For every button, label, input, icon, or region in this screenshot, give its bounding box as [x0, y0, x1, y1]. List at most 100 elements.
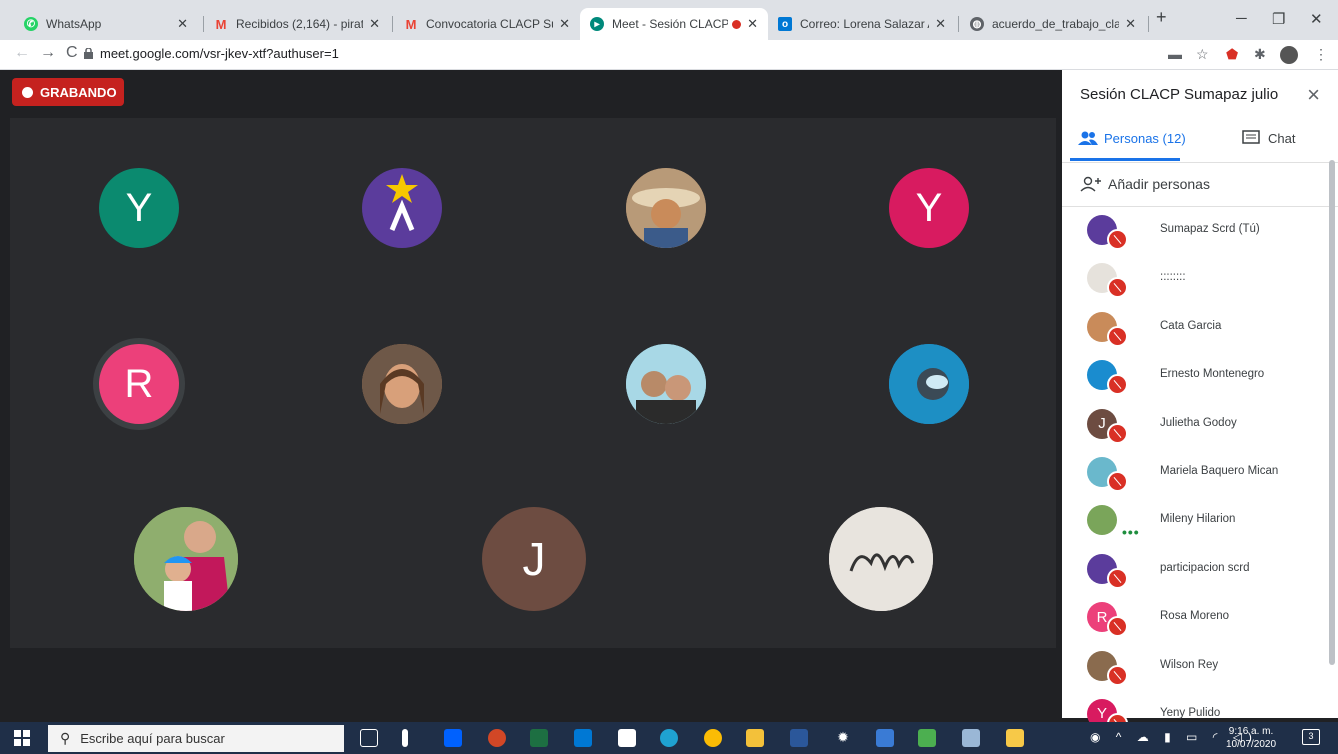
profile-avatar[interactable]: [1280, 46, 1298, 64]
search-placeholder: Escribe aquí para buscar: [80, 731, 225, 746]
settings-gear-icon[interactable]: ✹: [834, 729, 852, 747]
participant-row[interactable]: J Julietha Godoy: [1062, 400, 1330, 448]
tile-initial: J: [522, 533, 546, 585]
address-bar-row: ← → C meet.google.com/vsr-jkev-xtf?authu…: [0, 40, 1338, 70]
close-panel-icon[interactable]: ×: [1307, 82, 1320, 108]
close-window-button[interactable]: ✕: [1310, 10, 1323, 28]
sticky-notes-icon[interactable]: [1006, 729, 1024, 747]
participant-name: Yeny Pulido: [1160, 706, 1221, 719]
participant-tile[interactable]: Y: [889, 168, 969, 248]
tab-title: WhatsApp: [46, 17, 102, 31]
participant-row[interactable]: R Rosa Moreno: [1062, 593, 1330, 641]
clock-date: 10/07/2020: [1226, 739, 1277, 750]
minimize-button[interactable]: ─: [1236, 10, 1247, 27]
add-people-button[interactable]: Añadir personas: [1080, 176, 1210, 192]
taskbar-search[interactable]: ⚲ Escribe aquí para buscar: [48, 725, 344, 752]
notification-center-icon[interactable]: 3: [1302, 729, 1320, 745]
taskbar-clock[interactable]: 9:16 a. m. 10/07/2020: [1226, 725, 1276, 751]
task-view-icon[interactable]: [360, 729, 378, 747]
edge-icon[interactable]: [660, 729, 678, 747]
participant-tile[interactable]: R: [99, 344, 179, 424]
app-icon[interactable]: [402, 729, 408, 747]
outlook-icon: o: [778, 17, 792, 31]
new-tab-button[interactable]: +: [1156, 7, 1167, 28]
participant-name: Sumapaz Scrd (Tú): [1160, 223, 1260, 235]
dropbox-icon[interactable]: [444, 729, 462, 747]
tab-whatsapp[interactable]: ✆ WhatsApp ✕: [14, 8, 198, 40]
participant-tile[interactable]: [362, 168, 442, 248]
tab-gmail-convocatoria[interactable]: M Convocatoria CLACP Sumapaz ✕: [394, 8, 580, 40]
mic-off-icon: [1107, 422, 1128, 444]
panel-scrollbar[interactable]: [1329, 160, 1335, 665]
people-icon: [1078, 131, 1098, 145]
extensions-puzzle-icon[interactable]: ✱: [1254, 46, 1266, 63]
participant-row[interactable]: ::::::::: [1062, 254, 1330, 302]
close-tab-icon[interactable]: ✕: [369, 16, 380, 32]
tab-title: Convocatoria CLACP Sumapaz: [426, 17, 553, 31]
menu-icon[interactable]: ⋮: [1314, 46, 1328, 63]
chrome-icon[interactable]: [704, 729, 722, 747]
participant-name: Wilson Rey: [1160, 658, 1219, 671]
add-person-icon: [1080, 176, 1101, 192]
bookmark-star-icon[interactable]: ☆: [1196, 46, 1209, 63]
participant-row[interactable]: Sumapaz Scrd (Tú): [1062, 206, 1330, 254]
participant-name: ::::::::: [1160, 271, 1186, 284]
close-tab-icon[interactable]: ✕: [747, 16, 758, 32]
store-icon[interactable]: [618, 729, 636, 747]
participant-row[interactable]: participacion scrd: [1062, 545, 1330, 593]
participant-row[interactable]: Wilson Rey: [1062, 642, 1330, 690]
participant-name: Julietha Godoy: [1160, 416, 1237, 429]
close-tab-icon[interactable]: ✕: [559, 16, 570, 32]
participant-row[interactable]: Cata Garcia: [1062, 303, 1330, 351]
tile-initial: R: [124, 361, 154, 406]
search-icon: ⚲: [60, 730, 71, 746]
excel-icon[interactable]: [530, 729, 548, 747]
word-icon[interactable]: [790, 729, 808, 747]
reload-button[interactable]: C: [66, 44, 78, 62]
url-field[interactable]: meet.google.com/vsr-jkev-xtf?authuser=1: [100, 46, 339, 61]
close-tab-icon[interactable]: ✕: [935, 16, 946, 32]
tab-meet[interactable]: ▸ Meet - Sesión CLACP Su ✕: [580, 8, 768, 40]
close-tab-icon[interactable]: ✕: [1125, 16, 1136, 32]
tab-acuerdo[interactable]: ◍ acuerdo_de_trabajo_clacp_su ✕: [960, 8, 1146, 40]
tab-outlook[interactable]: o Correo: Lorena Salazar Aguir ✕: [768, 8, 956, 40]
mic-off-icon: [1107, 277, 1128, 299]
tab-chat[interactable]: Chat: [1242, 130, 1295, 146]
photos-icon[interactable]: [918, 729, 936, 747]
photo-avatar-icon: [626, 344, 706, 424]
file-explorer-icon[interactable]: [746, 729, 764, 747]
mail-icon[interactable]: [574, 729, 592, 747]
globe-icon: ◍: [970, 17, 984, 31]
cast-icon[interactable]: ▬: [1168, 46, 1182, 62]
participant-tile[interactable]: [626, 168, 706, 248]
app-icon[interactable]: [876, 729, 894, 747]
gmail-icon: M: [215, 16, 227, 32]
app-icon[interactable]: [962, 729, 980, 747]
participant-list: Sumapaz Scrd (Tú):::::::: Cata GarciaErne…: [1062, 206, 1330, 738]
participant-tile[interactable]: [134, 507, 238, 611]
participant-row[interactable]: Ernesto Montenegro: [1062, 351, 1330, 399]
recording-badge: GRABANDO: [12, 78, 124, 106]
shield-extension-icon[interactable]: ⬟: [1226, 46, 1238, 63]
participant-tile[interactable]: J: [482, 507, 586, 611]
windows-start-icon[interactable]: [14, 730, 30, 746]
participant-tile[interactable]: [626, 344, 706, 424]
powerpoint-icon[interactable]: [488, 729, 506, 747]
maximize-button[interactable]: ❐: [1272, 10, 1285, 28]
photo-avatar-icon: [362, 344, 442, 424]
participant-tile[interactable]: [889, 344, 969, 424]
participant-tile[interactable]: Y: [99, 168, 179, 248]
tab-people[interactable]: Personas (12): [1078, 130, 1186, 146]
participant-tile[interactable]: [362, 344, 442, 424]
participant-row[interactable]: ••• Mileny Hilarion: [1062, 496, 1330, 544]
participant-row[interactable]: Mariela Baquero Mican: [1062, 448, 1330, 496]
tab-gmail-inbox[interactable]: M Recibidos (2,164) - piratamac ✕: [204, 8, 390, 40]
participant-tile[interactable]: [829, 507, 933, 611]
forward-button[interactable]: →: [40, 44, 56, 62]
close-tab-icon[interactable]: ✕: [177, 16, 188, 32]
back-button[interactable]: ←: [14, 44, 30, 62]
participant-name: Cata Garcia: [1160, 319, 1222, 332]
tile-initial: Y: [915, 185, 943, 230]
chat-icon: [1242, 130, 1260, 144]
participant-name: Ernesto Montenegro: [1160, 368, 1265, 381]
